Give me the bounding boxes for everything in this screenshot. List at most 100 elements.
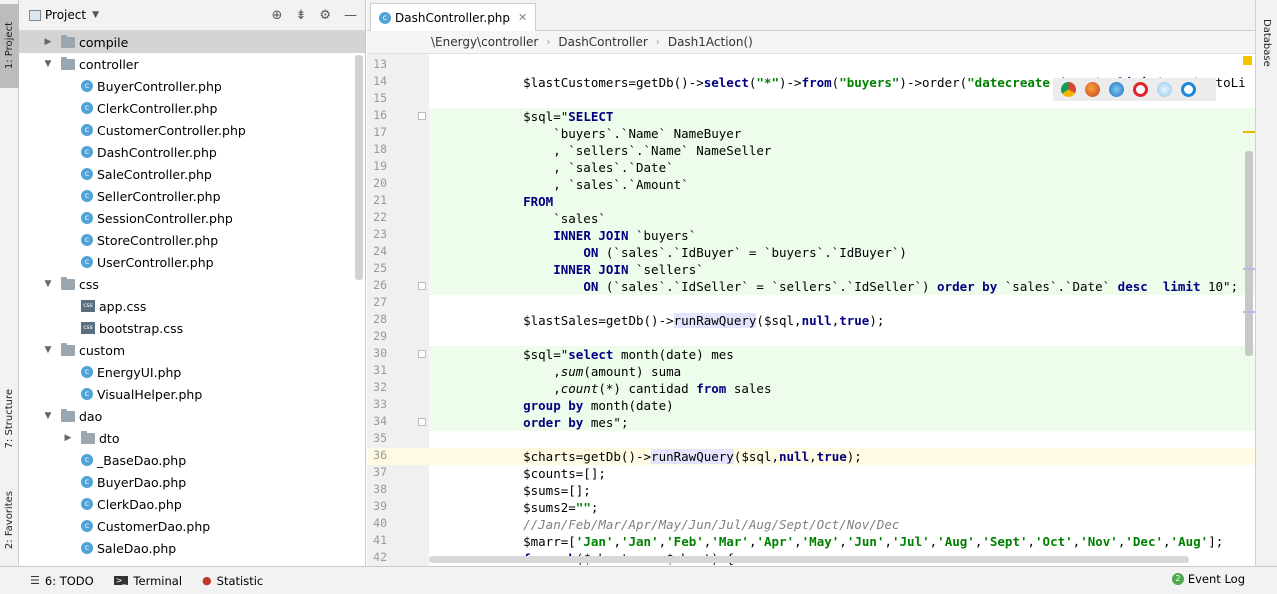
code-line[interactable]: $sql="select month(date) mes (429, 346, 1255, 363)
php-class-icon: c (81, 366, 93, 378)
code-line[interactable]: `buyers`.`Name` NameBuyer (429, 125, 1255, 142)
tree-folder[interactable]: ▶ compile (19, 31, 365, 53)
tree-file[interactable]: c EnergyUI.php (19, 361, 365, 383)
code-line[interactable] (429, 295, 1255, 312)
code-line[interactable]: $marr=['Jan','Jan','Feb','Mar','Apr','Ma… (429, 533, 1255, 550)
tree-file[interactable]: c BuyerController.php (19, 75, 365, 97)
tree-file[interactable]: c StoreController.php (19, 229, 365, 251)
project-view-icon (29, 9, 41, 21)
tree-file[interactable]: c VisualHelper.php (19, 383, 365, 405)
chevron-right-icon[interactable]: ▶ (61, 433, 75, 443)
tree-file[interactable]: c SaleController.php (19, 163, 365, 185)
code-line[interactable]: //Jan/Feb/Mar/Apr/May/Jun/Jul/Aug/Sept/O… (429, 516, 1255, 533)
project-panel-title[interactable]: Project (45, 8, 86, 22)
yandex-icon[interactable] (1157, 82, 1172, 97)
breadcrumb-namespace[interactable]: \Energy\controller (431, 35, 538, 49)
tree-folder[interactable]: ▶ dto (19, 427, 365, 449)
code-line[interactable]: order by mes"; (429, 414, 1255, 431)
tree-file[interactable]: c SellerController.php (19, 185, 365, 207)
fold-marker-icon[interactable] (418, 418, 426, 426)
tree-file[interactable]: c SaleDao.php (19, 537, 365, 559)
project-tree-scrollbar[interactable] (355, 55, 363, 280)
line-number: 34 (373, 414, 387, 428)
close-icon[interactable]: ✕ (518, 11, 527, 24)
code-line[interactable] (429, 57, 1255, 74)
code-line[interactable]: $sums=[]; (429, 482, 1255, 499)
code-line[interactable]: ON (`sales`.`IdSeller` = `sellers`.`IdSe… (429, 278, 1255, 295)
event-log-tab[interactable]: 2 Event Log (1171, 572, 1245, 586)
change-marker[interactable] (1243, 268, 1255, 270)
code-line[interactable] (429, 431, 1255, 448)
tree-file[interactable]: c CustomerController.php (19, 119, 365, 141)
collapse-all-icon[interactable]: ⇟ (295, 8, 306, 23)
tree-file[interactable]: c UserController.php (19, 251, 365, 273)
tree-file[interactable]: c DashController.php (19, 141, 365, 163)
chevron-right-icon[interactable]: ▶ (41, 37, 55, 47)
code-line[interactable]: $sums2=""; (429, 499, 1255, 516)
editor-horizontal-scrollbar[interactable] (429, 556, 1189, 563)
todo-tab[interactable]: ☰ 6: TODO (30, 574, 94, 588)
opera-icon[interactable] (1133, 82, 1148, 97)
code-line[interactable] (429, 329, 1255, 346)
chevron-down-icon[interactable]: ▼ (92, 10, 99, 20)
code-line[interactable]: FROM (429, 193, 1255, 210)
breadcrumb-class[interactable]: DashController (558, 35, 647, 49)
tree-file[interactable]: c CustomerDao.php (19, 515, 365, 537)
locate-target-icon[interactable]: ⊕ (272, 8, 283, 23)
internet-explorer-icon[interactable] (1181, 82, 1196, 97)
code-line[interactable]: , `sales`.`Date` (429, 159, 1255, 176)
tree-item-label: CustomerController.php (97, 122, 246, 138)
code-line[interactable]: group by month(date) (429, 397, 1255, 414)
change-marker[interactable] (1243, 131, 1255, 133)
tree-file[interactable]: c SessionController.php (19, 207, 365, 229)
chevron-down-icon[interactable]: ▼ (41, 411, 55, 421)
tool-tab-favorites[interactable]: 2: Favorites (0, 480, 19, 560)
breadcrumb-method[interactable]: Dash1Action() (668, 35, 753, 49)
code-line[interactable]: $sql="SELECT (429, 108, 1255, 125)
tree-file[interactable]: c ClerkController.php (19, 97, 365, 119)
chevron-down-icon[interactable]: ▼ (41, 59, 55, 69)
code-line[interactable]: ,sum(amount) suma (429, 363, 1255, 380)
code-area[interactable]: 13 14 15 16 17 18 19 20 21 22 23 24 25 26 27 28 29 30 31 32… (367, 54, 1255, 566)
chevron-down-icon[interactable]: ▼ (41, 345, 55, 355)
tree-file[interactable]: c BuyerDao.php (19, 471, 365, 493)
tree-file[interactable]: css bootstrap.css (19, 317, 365, 339)
fold-marker-icon[interactable] (418, 282, 426, 290)
code-line[interactable]: INNER JOIN `buyers` (429, 227, 1255, 244)
gear-icon[interactable]: ⚙ (319, 8, 331, 23)
tool-tab-structure[interactable]: 7: Structure (0, 382, 19, 456)
code-line[interactable]: , `sellers`.`Name` NameSeller (429, 142, 1255, 159)
code-line[interactable]: INNER JOIN `sellers` (429, 261, 1255, 278)
tree-file[interactable]: c _BaseDao.php (19, 449, 365, 471)
tree-file[interactable]: css app.css (19, 295, 365, 317)
chevron-down-icon[interactable]: ▼ (41, 279, 55, 289)
code-line[interactable]: ,count(*) cantidad from sales (429, 380, 1255, 397)
firefox-icon[interactable] (1085, 82, 1100, 97)
editor-tab-dashcontroller[interactable]: c DashController.php ✕ (370, 3, 537, 31)
fold-marker-icon[interactable] (418, 350, 426, 358)
code-line[interactable]: $lastSales=getDb()->runRawQuery($sql,nul… (429, 312, 1255, 329)
fold-marker-icon[interactable] (418, 112, 426, 120)
tree-folder[interactable]: ▼ dao (19, 405, 365, 427)
change-marker[interactable] (1243, 311, 1255, 313)
tool-tab-database[interactable]: Database (1256, 4, 1277, 82)
code-line[interactable]: $charts=getDb()->runRawQuery($sql,null,t… (429, 448, 1255, 465)
tree-folder[interactable]: ▼ css (19, 273, 365, 295)
code-line[interactable]: ON (`sales`.`IdBuyer` = `buyers`.`IdBuye… (429, 244, 1255, 261)
minimize-icon[interactable]: — (344, 8, 357, 23)
editor-vertical-scrollbar[interactable] (1245, 151, 1253, 356)
tool-tab-project[interactable]: 1: Project (0, 4, 19, 88)
statistic-tab[interactable]: ● Statistic (202, 574, 263, 588)
tree-item-label: bootstrap.css (99, 320, 184, 336)
code-line[interactable]: , `sales`.`Amount` (429, 176, 1255, 193)
code-line[interactable]: $counts=[]; (429, 465, 1255, 482)
tree-folder[interactable]: ▼ controller (19, 53, 365, 75)
code-line[interactable]: `sales` (429, 210, 1255, 227)
tree-folder[interactable]: ▼ custom (19, 339, 365, 361)
warning-indicator[interactable] (1243, 56, 1252, 65)
chrome-icon[interactable] (1061, 82, 1076, 97)
safari-icon[interactable] (1109, 82, 1124, 97)
tree-file[interactable]: c ClerkDao.php (19, 493, 365, 515)
terminal-tab[interactable]: >_ Terminal (113, 574, 182, 588)
todo-label: 6: TODO (44, 573, 94, 588)
